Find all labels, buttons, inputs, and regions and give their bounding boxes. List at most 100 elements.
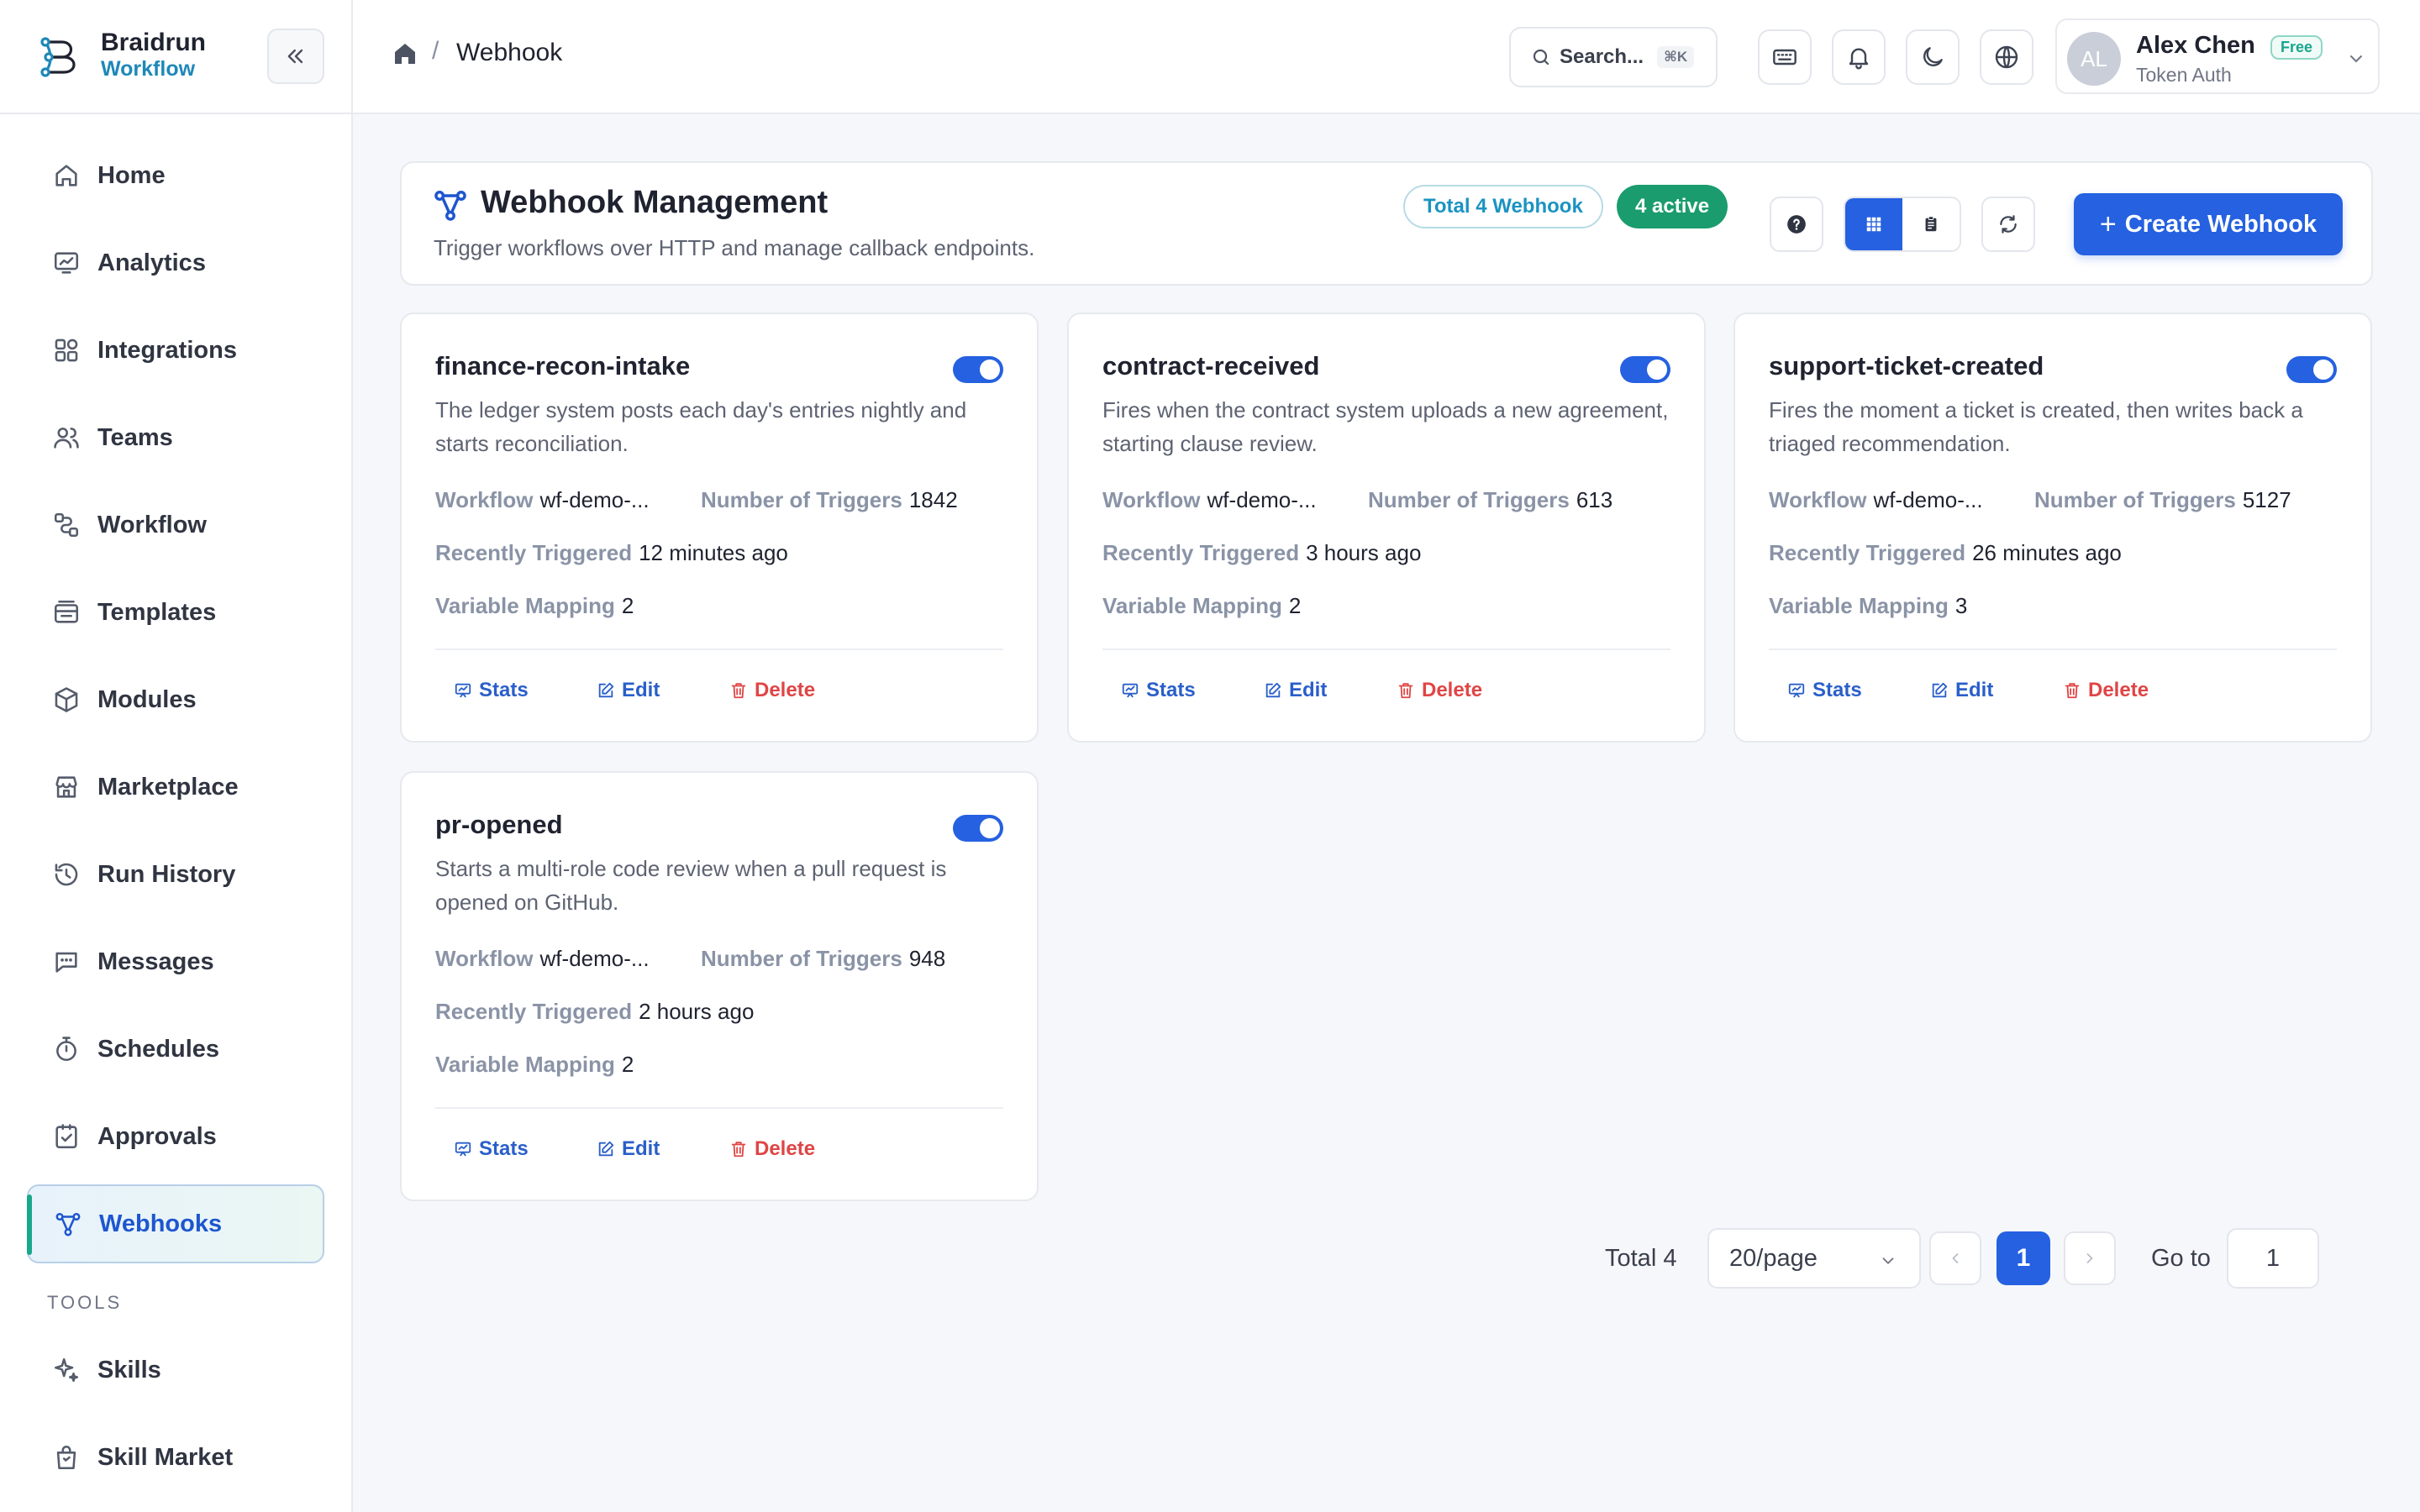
sidebar-item-workflow[interactable]: Workflow [27, 486, 324, 564]
sidebar-item-analytics[interactable]: Analytics [27, 223, 324, 302]
mapping-value: 2 [621, 1052, 634, 1077]
dark-mode-button[interactable] [1906, 29, 1960, 85]
create-webhook-button[interactable]: + Create Webhook [2074, 193, 2343, 255]
delete-button[interactable]: Delete [729, 679, 815, 702]
sidebar-item-skills[interactable]: Skills [27, 1331, 324, 1410]
help-button[interactable] [1770, 197, 1823, 252]
triggers-label: Number of Triggers [1368, 487, 1570, 512]
webhook-mapping: Variable Mapping 2 [1102, 593, 1301, 619]
webhook-description: Fires the moment a ticket is created, th… [1769, 397, 2303, 456]
analytics-icon [52, 249, 81, 277]
brand-subtitle: Workflow [101, 57, 196, 81]
search-input[interactable]: Search... ⌘K [1509, 27, 1718, 87]
edit-icon [1265, 682, 1281, 698]
sidebar-item-schedules[interactable]: Schedules [27, 1010, 324, 1089]
brand-logo-icon [37, 32, 87, 82]
webhook-recent: Recently Triggered 26 minutes ago [1769, 540, 2122, 566]
webhook-mapping: Variable Mapping 2 [435, 1052, 634, 1078]
notifications-button[interactable] [1832, 29, 1886, 85]
page-1-button[interactable]: 1 [1996, 1231, 2050, 1285]
stats-button[interactable]: Stats [1121, 679, 1196, 702]
webhook-name: finance-recon-intake [435, 351, 691, 381]
workflow-icon [52, 511, 81, 539]
refresh-button[interactable] [1981, 197, 2035, 252]
breadcrumb-home-icon[interactable] [392, 40, 418, 67]
recent-value: 3 hours ago [1306, 540, 1422, 565]
next-page-button[interactable] [2064, 1231, 2116, 1285]
sidebar-item-label: Templates [97, 598, 217, 626]
goto-page-input[interactable] [2227, 1228, 2319, 1289]
list-view-button[interactable] [1902, 198, 1960, 250]
teams-icon [52, 423, 81, 452]
total-webhooks-badge: Total 4 Webhook [1403, 185, 1603, 228]
delete-button[interactable]: Delete [729, 1137, 815, 1161]
grid-view-button[interactable] [1845, 198, 1902, 250]
workflow-value: wf-demo-... [1873, 487, 1983, 512]
chevron-down-icon [1882, 1257, 1894, 1265]
edit-button[interactable]: Edit [597, 1137, 660, 1161]
sidebar-item-skill-market[interactable]: Skill Market [27, 1418, 324, 1497]
webhook-enabled-toggle[interactable] [953, 356, 1003, 383]
sidebar-item-templates[interactable]: Templates [27, 573, 324, 652]
plus-icon: + [2099, 207, 2117, 240]
stats-button[interactable]: Stats [454, 679, 529, 702]
sidebar-item-approvals[interactable]: Approvals [27, 1097, 324, 1176]
webhook-workflow: Workflow wf-demo-... [435, 487, 650, 513]
sidebar-item-webhooks[interactable]: Webhooks [27, 1184, 324, 1263]
sidebar-item-home[interactable]: Home [27, 136, 324, 215]
sidebar-item-label: Analytics [97, 249, 206, 276]
edit-button[interactable]: Edit [1930, 679, 1993, 702]
avatar: AL [2067, 32, 2121, 86]
trash-icon [731, 1142, 746, 1158]
sidebar-item-label: Messages [97, 948, 214, 975]
sidebar-item-teams[interactable]: Teams [27, 398, 324, 477]
page-description: Trigger workflows over HTTP and manage c… [434, 235, 1035, 260]
webhook-enabled-toggle[interactable] [1620, 356, 1670, 383]
webhook-description: Fires when the contract system uploads a… [1102, 397, 1669, 456]
sidebar-item-modules[interactable]: Modules [27, 660, 324, 739]
stats-label: Stats [479, 679, 529, 701]
user-menu[interactable]: AL Alex Chen Free Token Auth [2055, 18, 2380, 94]
triggers-label: Number of Triggers [2034, 487, 2236, 512]
mapping-label: Variable Mapping [1102, 593, 1282, 618]
stats-icon [1122, 683, 1139, 698]
recent-label: Recently Triggered [435, 540, 633, 565]
sidebar-item-marketplace[interactable]: Marketplace [27, 748, 324, 827]
delete-button[interactable]: Delete [1397, 679, 1482, 702]
prev-page-button[interactable] [1929, 1231, 1981, 1285]
page-title: Webhook Management [481, 185, 829, 220]
edit-label: Edit [1955, 679, 1994, 701]
sidebar-item-label: Schedules [97, 1035, 220, 1063]
sidebar-item-integrations[interactable]: Integrations [27, 311, 324, 390]
workflow-label: Workflow [1769, 487, 1867, 512]
globe-icon [1995, 45, 2018, 69]
edit-button[interactable]: Edit [1264, 679, 1327, 702]
modules-icon [52, 685, 81, 714]
page-size-select[interactable]: 20/page [1707, 1228, 1921, 1289]
webhook-name: contract-received [1102, 351, 1320, 381]
edit-button[interactable]: Edit [597, 679, 660, 702]
double-chevron-left-icon [287, 49, 303, 64]
sidebar-item-messages[interactable]: Messages [27, 922, 324, 1001]
webhook-icon [54, 1210, 82, 1238]
stats-button[interactable]: Stats [454, 1137, 529, 1161]
collapse-sidebar-button[interactable] [267, 29, 324, 84]
keyboard-shortcuts-button[interactable] [1758, 29, 1812, 85]
recent-value: 12 minutes ago [639, 540, 788, 565]
sidebar-item-label: Integrations [97, 336, 237, 364]
timer-icon [52, 1035, 81, 1063]
recent-label: Recently Triggered [435, 999, 633, 1024]
stats-button[interactable]: Stats [1787, 679, 1862, 702]
edit-icon [1932, 682, 1948, 698]
edit-label: Edit [1289, 679, 1328, 701]
keyboard-icon [1773, 49, 1797, 66]
delete-button[interactable]: Delete [2063, 679, 2149, 702]
webhook-enabled-toggle[interactable] [2286, 356, 2337, 383]
language-button[interactable] [1980, 29, 2033, 85]
sidebar: Braidrun Workflow Home Analytics Integra… [0, 0, 353, 1512]
webhook-enabled-toggle[interactable] [953, 815, 1003, 842]
integrations-icon [52, 336, 81, 365]
create-webhook-label: Create Webhook [2124, 210, 2317, 238]
sidebar-item-run-history[interactable]: Run History [27, 835, 324, 914]
sparkle-icon [52, 1356, 81, 1384]
